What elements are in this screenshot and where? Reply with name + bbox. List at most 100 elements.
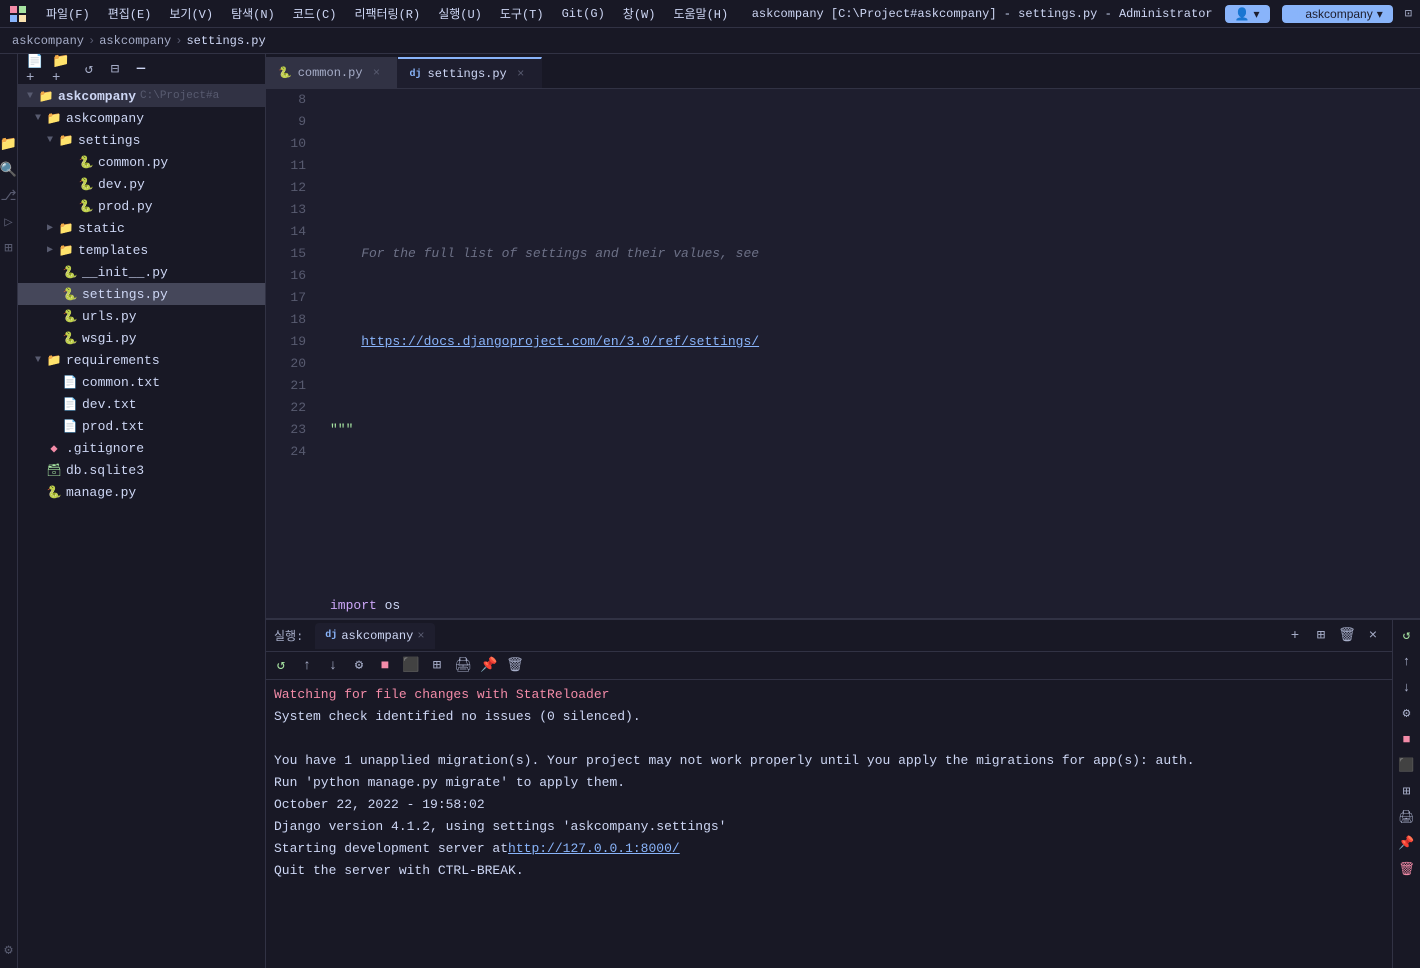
term-side-grid[interactable]: ⊞ xyxy=(1396,780,1418,802)
term-side-down[interactable]: ↓ xyxy=(1396,676,1418,698)
new-file-icon[interactable]: 📄+ xyxy=(26,58,48,80)
menu-code[interactable]: 코드(C) xyxy=(285,3,345,24)
term-pin-btn[interactable]: 📌 xyxy=(478,655,500,677)
tab-settings-py[interactable]: dj settings.py × xyxy=(398,57,542,89)
tree-item-common-py[interactable]: ▶ 🐍 common.py xyxy=(18,151,265,173)
tree-item-urls-py[interactable]: ▶ 🐍 urls.py xyxy=(18,305,265,327)
code-editor[interactable]: 8 9 10 11 12 13 14 15 16 17 18 19 20 21 … xyxy=(266,89,1420,618)
dev-py-spacer: ▶ xyxy=(62,178,78,190)
tree-item-common-txt[interactable]: ▶ 📄 common.txt xyxy=(18,371,265,393)
tree-item-static[interactable]: ▶ 📁 static xyxy=(18,217,265,239)
menu-refactor[interactable]: 리팩터링(R) xyxy=(346,3,428,24)
menu-git[interactable]: Git(G) xyxy=(554,5,613,23)
wsgi-py-icon: 🐍 xyxy=(62,330,78,346)
line-num-24: 24 xyxy=(266,441,306,463)
menu-edit[interactable]: 편집(E) xyxy=(100,3,160,24)
root-label: askcompany xyxy=(58,89,136,104)
term-stop-btn[interactable]: ■ xyxy=(374,655,396,677)
tree-item-settings-py[interactable]: ▶ 🐍 settings.py xyxy=(18,283,265,305)
activity-settings[interactable]: ⚙ xyxy=(0,940,19,960)
activity-debug[interactable]: ▷ xyxy=(0,212,19,232)
term-side-up[interactable]: ↑ xyxy=(1396,650,1418,672)
tree-item-init-py[interactable]: ▶ 🐍 __init__.py xyxy=(18,261,265,283)
menu-window[interactable]: 창(W) xyxy=(615,3,664,24)
tree-item-gitignore[interactable]: ▶ ◆ .gitignore xyxy=(18,437,265,459)
term-side-stop[interactable]: ■ xyxy=(1396,728,1418,750)
terminal-trash-btn[interactable]: 🗑 xyxy=(1336,625,1358,647)
term-line-3: You have 1 unapplied migration(s). Your … xyxy=(274,750,1384,772)
tree-item-requirements[interactable]: ▼ 📁 requirements xyxy=(18,349,265,371)
tree-item-askcompany[interactable]: ▼ 📁 askcompany xyxy=(18,107,265,129)
dev-txt-spacer: ▶ xyxy=(46,398,62,410)
menu-help[interactable]: 도움말(H) xyxy=(665,3,736,24)
prod-py-label: prod.py xyxy=(98,199,153,214)
term-gear-btn[interactable]: ⚙ xyxy=(348,655,370,677)
dev-py-label: dev.py xyxy=(98,177,145,192)
activity-search[interactable]: 🔍 xyxy=(0,160,19,180)
term-trash2-btn[interactable]: 🗑 xyxy=(504,655,526,677)
term-down-btn[interactable]: ↓ xyxy=(322,655,344,677)
breadcrumb-part-1[interactable]: askcompany xyxy=(12,34,84,48)
code-text[interactable]: For the full list of settings and their … xyxy=(314,89,1420,618)
terminal-tab-askcompany[interactable]: dj askcompany × xyxy=(315,623,434,649)
collapse-icon[interactable]: ⊟ xyxy=(104,58,126,80)
terminal-close-btn[interactable]: × xyxy=(1362,625,1384,647)
term-side-refresh[interactable]: ↺ xyxy=(1396,624,1418,646)
requirements-label: requirements xyxy=(66,353,160,368)
code-line-10-url[interactable]: https://docs.djangoproject.com/en/3.0/re… xyxy=(361,331,759,353)
breadcrumb-part-2[interactable]: askcompany xyxy=(99,34,171,48)
breadcrumb-sep-2: › xyxy=(175,34,182,48)
terminal-split-btn[interactable]: ⊞ xyxy=(1310,625,1332,647)
tree-item-dev-txt[interactable]: ▶ 📄 dev.txt xyxy=(18,393,265,415)
term-stop2-btn[interactable]: ⬛ xyxy=(400,655,422,677)
term-side-trash[interactable]: 🗑 xyxy=(1396,858,1418,880)
menu-file[interactable]: 파일(F) xyxy=(38,3,98,24)
term-up-btn[interactable]: ↑ xyxy=(296,655,318,677)
git-spacer: ▶ xyxy=(30,442,46,454)
line-num-23: 23 xyxy=(266,419,306,441)
terminal-tab-close[interactable]: × xyxy=(417,629,424,643)
tree-item-wsgi-py[interactable]: ▶ 🐍 wsgi.py xyxy=(18,327,265,349)
term-side-pin[interactable]: 📌 xyxy=(1396,832,1418,854)
tab-common-py[interactable]: 🐍 common.py × xyxy=(266,57,398,89)
menu-tools[interactable]: 도구(T) xyxy=(492,3,552,24)
tree-item-db-sqlite[interactable]: ▶ 🗃 db.sqlite3 xyxy=(18,459,265,481)
refresh-icon[interactable]: ↺ xyxy=(78,58,100,80)
tree-item-templates[interactable]: ▶ 📁 templates xyxy=(18,239,265,261)
activity-explorer[interactable]: 📁 xyxy=(0,134,19,154)
tree-root[interactable]: ▼ 📁 askcompany C:\Project#a xyxy=(18,85,265,107)
settings-py-label: settings.py xyxy=(82,287,168,302)
term-grid-btn[interactable]: ⊞ xyxy=(426,655,448,677)
activity-extensions[interactable]: ⊞ xyxy=(0,238,19,258)
static-arrow: ▶ xyxy=(42,222,58,234)
tab-common-py-close[interactable]: × xyxy=(369,65,385,81)
urls-spacer: ▶ xyxy=(46,310,62,322)
app-logo xyxy=(8,4,28,24)
user-button[interactable]: 👤 ▾ xyxy=(1225,5,1270,23)
manage-py-icon: 🐍 xyxy=(46,484,62,500)
tree-item-settings[interactable]: ▼ 📁 settings xyxy=(18,129,265,151)
menu-view[interactable]: 보기(V) xyxy=(161,3,221,24)
tree-item-prod-txt[interactable]: ▶ 📄 prod.txt xyxy=(18,415,265,437)
menu-run[interactable]: 실행(U) xyxy=(430,3,490,24)
tree-item-manage-py[interactable]: ▶ 🐍 manage.py xyxy=(18,481,265,503)
term-print-btn[interactable]: 🖨 xyxy=(452,655,474,677)
term-side-gear[interactable]: ⚙ xyxy=(1396,702,1418,724)
menu-navigate[interactable]: 탐색(N) xyxy=(223,3,283,24)
terminal-add-btn[interactable]: + xyxy=(1284,625,1306,647)
sidebar-close-icon[interactable]: — xyxy=(130,58,152,80)
term-server-link[interactable]: http://127.0.0.1:8000/ xyxy=(508,838,680,860)
term-side-print[interactable]: 🖨 xyxy=(1396,806,1418,828)
tab-settings-py-close[interactable]: × xyxy=(513,66,529,82)
project-button[interactable]: dj askcompany ▾ xyxy=(1282,5,1393,23)
term-refresh-btn[interactable]: ↺ xyxy=(270,655,292,677)
tree-item-dev-py[interactable]: ▶ 🐍 dev.py xyxy=(18,173,265,195)
tree-item-prod-py[interactable]: ▶ 🐍 prod.py xyxy=(18,195,265,217)
sqlite-spacer: ▶ xyxy=(30,464,46,476)
term-migration-text: You have 1 unapplied migration(s). Your … xyxy=(274,750,1195,772)
term-line-blank xyxy=(274,728,1384,750)
activity-git[interactable]: ⎇ xyxy=(0,186,19,206)
new-folder-icon[interactable]: 📁+ xyxy=(52,58,74,80)
term-side-stop2[interactable]: ⬛ xyxy=(1396,754,1418,776)
file-explorer-sidebar: 📄+ 📁+ ↺ ⊟ — ▼ 📁 askcompany C:\Project#a … xyxy=(18,54,266,968)
